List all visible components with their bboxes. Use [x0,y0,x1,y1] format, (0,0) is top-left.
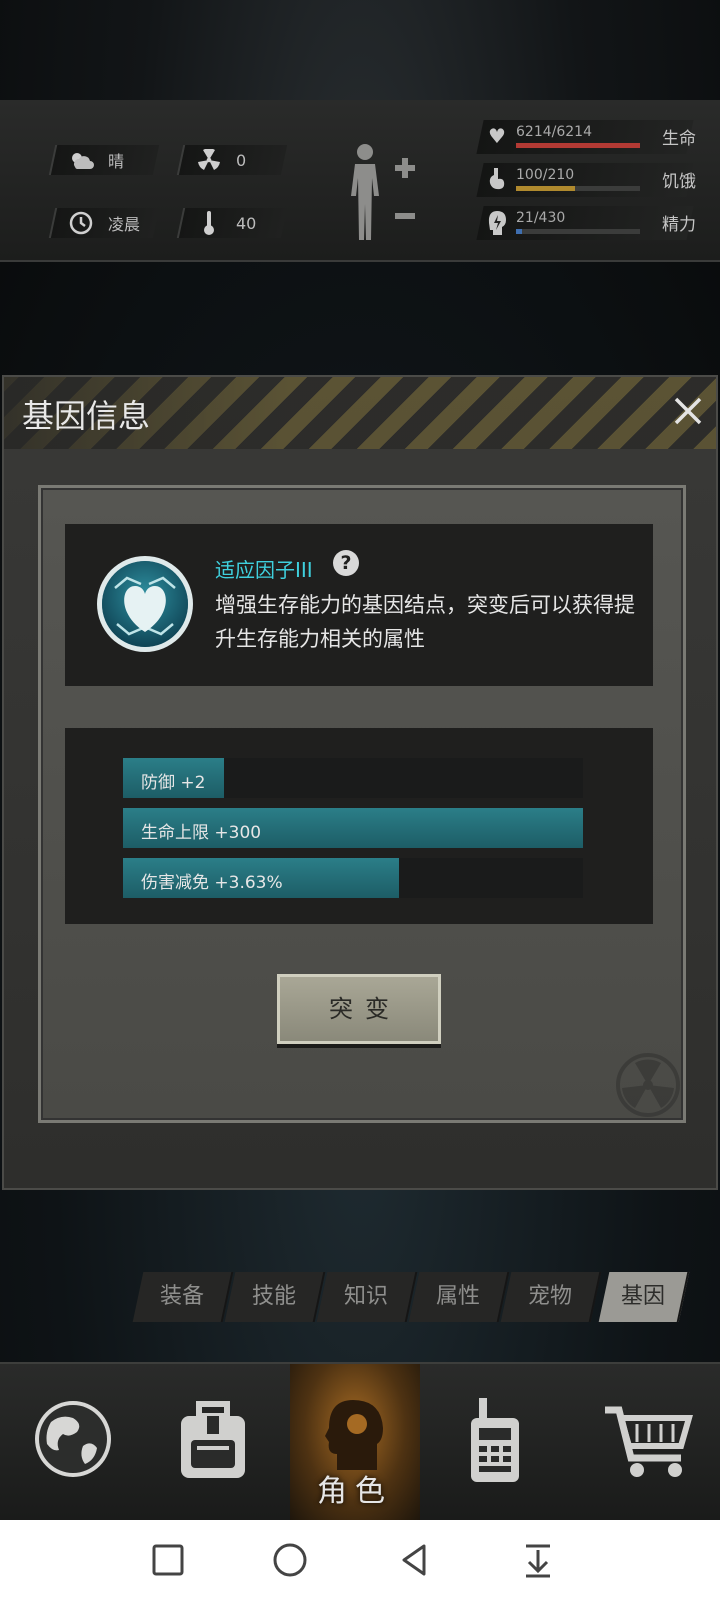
help-icon[interactable]: ? [333,550,359,576]
close-icon [674,397,702,425]
dialog-title: 基因信息 [22,397,151,435]
temperature-stat: 40 [176,208,288,238]
nav-inventory-button[interactable] [148,1364,278,1522]
hunger-fill [516,186,576,191]
home-button[interactable] [270,1540,310,1580]
weather-stat: 晴 [48,145,160,175]
attribute-row: 生命上限 +300 [123,808,583,848]
circle-icon [273,1543,307,1577]
mutate-button[interactable]: 突变 [277,974,441,1044]
health-value: 6214/6214 [516,124,592,140]
notification-pulldown-button[interactable] [518,1540,558,1580]
walkie-talkie-icon [471,1398,519,1482]
energy-label: 精力 [662,215,696,235]
tab-skills[interactable]: 技能 [224,1272,326,1322]
tab-label: 宠物 [527,1284,572,1309]
square-icon [152,1544,184,1576]
bottom-nav: 角色 [0,1362,720,1522]
attribute-label: 生命上限 +300 [141,823,262,843]
character-tab-strip: 装备 技能 知识 属性 宠物 基因 [130,1272,700,1324]
tab-label: 技能 [251,1284,296,1309]
tab-genes[interactable]: 基因 [598,1272,690,1322]
radiation-watermark-icon [615,1052,681,1118]
close-button[interactable] [666,389,710,433]
radiation-icon [196,147,222,173]
back-triangle-icon [402,1544,426,1576]
radiation-value: 0 [236,150,247,170]
nav-radio-button[interactable] [432,1364,562,1522]
time-stat: 凌晨 [48,208,160,238]
gene-content-frame: 适应因子III ? 增强生存能力的基因结点，突变后可以获得提升生存能力相关的属性… [38,485,686,1123]
back-button[interactable] [394,1540,434,1580]
tab-equipment[interactable]: 装备 [132,1272,234,1322]
weather-value: 晴 [108,152,125,171]
nav-character-button[interactable]: 角色 [290,1364,420,1522]
tab-label: 知识 [343,1284,388,1309]
tab-knowledge[interactable]: 知识 [316,1272,418,1322]
attribute-row: 防御 +2 [123,758,583,798]
mutate-button-label: 突变 [329,995,401,1023]
thermometer-icon [196,210,222,236]
radiation-stat: 0 [176,145,288,175]
gene-heart-icon [95,548,195,660]
backpack-icon [181,1401,245,1478]
human-body-icon [351,144,415,240]
health-label: 生命 [662,129,696,149]
heart-pulse-icon: ♥ [488,124,506,148]
android-navigation-bar [0,1520,720,1600]
tab-pets[interactable]: 宠物 [500,1272,602,1322]
gene-info-box: 适应因子III ? 增强生存能力的基因结点，突变后可以获得提升生存能力相关的属性 [65,524,653,686]
tab-label: 装备 [159,1284,204,1309]
energy-fill [516,229,523,234]
gene-info-dialog: 基因信息 适应因子III ? 增强生存能力的基因结点，突变后可以获得提升生存能力… [2,375,718,1190]
nav-character-label: 角色 [317,1474,393,1509]
head-lightning-icon [486,210,508,236]
gene-description: 增强生存能力的基因结点，突变后可以获得提升生存能力相关的属性 [215,593,635,651]
tab-attributes[interactable]: 属性 [408,1272,510,1322]
globe-icon [35,1401,111,1477]
body-status-button[interactable] [345,140,425,245]
hunger-value: 100/210 [516,167,575,183]
attribute-row: 伤害减免 +3.63% [123,858,583,898]
recents-button[interactable] [148,1540,188,1580]
attribute-label: 伤害减免 +3.63% [141,873,283,893]
stomach-icon [486,167,508,193]
temperature-value: 40 [236,213,257,233]
nav-shop-button[interactable] [576,1364,706,1522]
health-fill [516,143,640,148]
energy-value: 21/430 [516,210,566,226]
hunger-label: 饥饿 [662,172,696,192]
clock-icon [68,210,94,236]
partly-cloudy-icon [68,147,94,173]
tab-label: 属性 [435,1284,480,1309]
time-value: 凌晨 [108,215,141,234]
shopping-cart-icon [605,1406,693,1477]
gene-name: 适应因子III [215,558,313,582]
nav-world-button[interactable] [8,1364,138,1522]
attribute-label: 防御 +2 [141,773,206,793]
attribute-list: 防御 +2 生命上限 +300 伤害减免 +3.63% [65,728,653,924]
tab-label: 基因 [620,1284,665,1309]
pulldown-arrow-icon [526,1544,550,1578]
